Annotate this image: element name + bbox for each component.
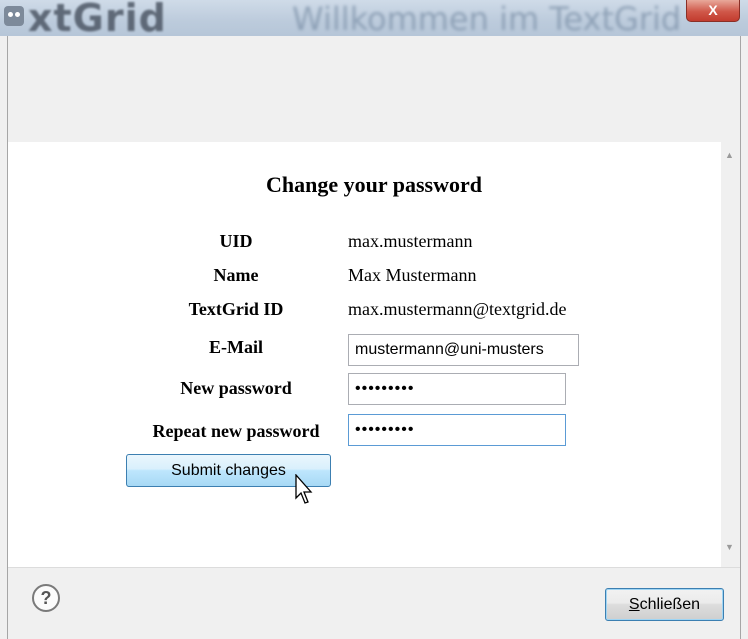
textgrid-id-label: TextGrid ID bbox=[188, 299, 284, 319]
title-bar: xtGrid Willkommen im TextGrid X bbox=[0, 0, 748, 36]
close-icon: X bbox=[708, 2, 718, 18]
close-label-mnemonic: S bbox=[628, 595, 640, 613]
vertical-scrollbar[interactable]: ▲ ▼ bbox=[721, 142, 740, 567]
window-title: Willkommen im TextGrid bbox=[292, 0, 682, 36]
uid-value: max.mustermann bbox=[348, 231, 473, 251]
app-logo-icon bbox=[4, 6, 24, 26]
window-frame-right bbox=[740, 36, 748, 639]
form-heading: Change your password bbox=[266, 172, 482, 197]
window-frame-left bbox=[0, 36, 8, 639]
textgrid-id-value: max.mustermann@textgrid.de bbox=[348, 299, 567, 319]
new-password-field[interactable] bbox=[348, 373, 566, 405]
close-window-button[interactable]: X bbox=[686, 0, 740, 22]
uid-label: UID bbox=[219, 231, 253, 251]
new-password-label: New password bbox=[180, 378, 292, 398]
close-label-rest: chließen bbox=[639, 595, 701, 613]
repeat-password-label: Repeat new password bbox=[152, 421, 320, 441]
mouse-cursor-icon bbox=[295, 474, 313, 504]
help-icon[interactable]: ? bbox=[32, 584, 60, 612]
dialog-header-area bbox=[8, 36, 740, 142]
scroll-up-arrow-icon[interactable]: ▲ bbox=[725, 150, 734, 160]
name-value: Max Mustermann bbox=[348, 265, 477, 285]
name-label: Name bbox=[213, 265, 259, 285]
scroll-down-arrow-icon[interactable]: ▼ bbox=[725, 542, 734, 552]
repeat-password-field[interactable] bbox=[348, 414, 566, 446]
email-label: E-Mail bbox=[209, 337, 263, 357]
app-name: xtGrid bbox=[28, 0, 167, 36]
email-field[interactable] bbox=[348, 334, 579, 366]
close-dialog-button[interactable]: Schließen bbox=[605, 588, 724, 621]
